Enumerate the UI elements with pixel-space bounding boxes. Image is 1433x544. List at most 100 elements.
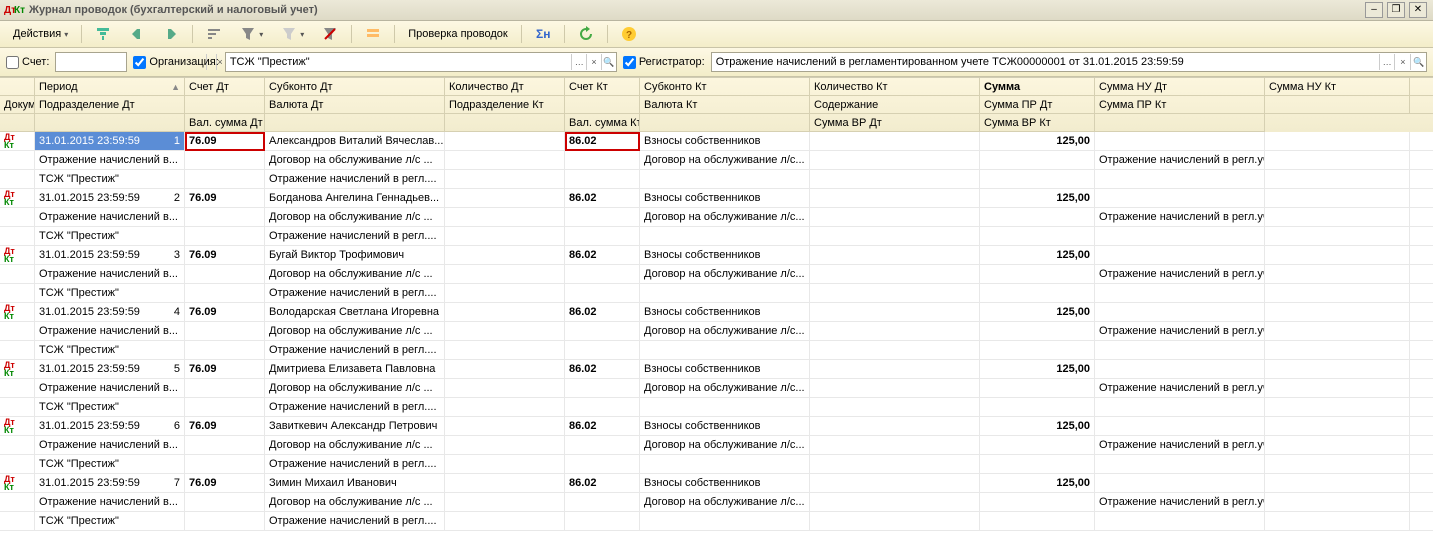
- separator: [521, 25, 522, 43]
- header-cell[interactable]: [0, 78, 35, 96]
- reg-filter[interactable]: Регистратор:: [623, 56, 705, 69]
- header-cell[interactable]: Сумма НУ Дт: [1095, 78, 1265, 96]
- cell: 76.09: [185, 132, 265, 151]
- filter-clear-icon[interactable]: [274, 21, 311, 47]
- cell: [445, 379, 565, 398]
- selection-icon[interactable]: [358, 21, 388, 47]
- cell: [445, 303, 565, 322]
- cell: 125,00: [980, 360, 1095, 379]
- filter-off-icon[interactable]: [315, 21, 345, 47]
- header-cell[interactable]: Документ: [0, 96, 35, 114]
- cell: ТСЖ "Престиж": [35, 341, 185, 360]
- org-filter[interactable]: Организация:: [133, 56, 218, 69]
- cell: [1265, 322, 1410, 341]
- table-row[interactable]: ДтКт31.01.2015 23:59:59376.09Бугай Викто…: [0, 246, 1433, 303]
- minimize-button[interactable]: –: [1365, 2, 1383, 18]
- table-row[interactable]: ДтКт31.01.2015 23:59:59476.09Володарская…: [0, 303, 1433, 360]
- ellipsis-icon[interactable]: …: [1379, 54, 1395, 70]
- header-cell[interactable]: Количество Кт: [810, 78, 980, 96]
- filter-by-value-icon[interactable]: [233, 21, 270, 47]
- header-cell[interactable]: [1410, 96, 1433, 114]
- header-cell[interactable]: Сумма НУ Кт: [1265, 78, 1410, 96]
- header-cell[interactable]: Вал. сумма Дт: [185, 114, 265, 132]
- header-cell[interactable]: Сумма ПР Дт: [980, 96, 1095, 114]
- close-button[interactable]: ✕: [1409, 2, 1427, 18]
- cell: Взносы собственников: [640, 246, 810, 265]
- table-row[interactable]: ДтКт31.01.2015 23:59:59576.09Дмитриева Е…: [0, 360, 1433, 417]
- header-cell[interactable]: [35, 114, 185, 132]
- cell: [185, 341, 265, 360]
- header-cell[interactable]: [640, 114, 810, 132]
- check-entries-button[interactable]: Проверка проводок: [401, 21, 514, 47]
- header-cell[interactable]: Счет Дт: [185, 78, 265, 96]
- header-cell[interactable]: Подразделение Кт: [445, 96, 565, 114]
- refresh-icon[interactable]: [571, 21, 601, 47]
- search-icon[interactable]: 🔍: [601, 54, 616, 70]
- header-cell[interactable]: Сумма: [980, 78, 1095, 96]
- header-cell[interactable]: Количество Дт: [445, 78, 565, 96]
- header-cell[interactable]: Вал. сумма Кт: [565, 114, 640, 132]
- clear-icon[interactable]: ×: [586, 54, 601, 70]
- cell: [810, 512, 980, 531]
- table-row[interactable]: ДтКт31.01.2015 23:59:59276.09Богданова А…: [0, 189, 1433, 246]
- cell: 86.02: [565, 189, 640, 208]
- help-icon[interactable]: ?: [614, 21, 644, 47]
- grid-body[interactable]: ДтКт31.01.2015 23:59:59176.09Александров…: [0, 132, 1433, 544]
- nav-last-icon[interactable]: [156, 21, 186, 47]
- cell: Договор на обслуживание л/с ...: [265, 379, 445, 398]
- cell: [1095, 512, 1265, 531]
- header-cell[interactable]: Субконто Дт: [265, 78, 445, 96]
- table-row[interactable]: ДтКт31.01.2015 23:59:59776.09Зимин Михаи…: [0, 474, 1433, 531]
- cell: [1410, 246, 1433, 265]
- cell: [1265, 265, 1410, 284]
- clear-icon[interactable]: ×: [1394, 54, 1410, 70]
- cell: [1095, 246, 1265, 265]
- cell: Взносы собственников: [640, 474, 810, 493]
- cell: Отражение начислений в регл.учете: [1095, 493, 1265, 512]
- separator: [81, 25, 82, 43]
- header-cell[interactable]: Содержание: [810, 96, 980, 114]
- cell: [1410, 398, 1433, 417]
- org-input[interactable]: [226, 54, 571, 70]
- header-cell[interactable]: [265, 114, 445, 132]
- header-cell[interactable]: Сумма ПР Кт: [1095, 96, 1265, 114]
- header-cell[interactable]: Период▲: [35, 78, 185, 96]
- header-cell[interactable]: Подразделение Дт: [35, 96, 185, 114]
- header-cell[interactable]: Валюта Кт: [640, 96, 810, 114]
- reg-input[interactable]: [712, 54, 1379, 70]
- cell: [565, 208, 640, 227]
- account-filter[interactable]: Счет:: [6, 56, 49, 69]
- sort-icon[interactable]: [199, 21, 229, 47]
- sum-icon[interactable]: Σн: [528, 21, 558, 47]
- cell: [980, 436, 1095, 455]
- header-cell[interactable]: Сумма ВР Кт: [980, 114, 1095, 132]
- header-cell[interactable]: Счет Кт: [565, 78, 640, 96]
- cell: [1095, 303, 1265, 322]
- header-cell[interactable]: Субконто Кт: [640, 78, 810, 96]
- nav-first-icon[interactable]: [122, 21, 152, 47]
- ellipsis-icon[interactable]: …: [571, 54, 586, 70]
- table-row[interactable]: ДтКт31.01.2015 23:59:59176.09Александров…: [0, 132, 1433, 189]
- header-cell[interactable]: [565, 96, 640, 114]
- header-cell[interactable]: [445, 114, 565, 132]
- cell: Дмитриева Елизавета Павловна: [265, 360, 445, 379]
- cell: Отражение начислений в регл....: [265, 284, 445, 303]
- cell: Завиткевич Александр Петрович: [265, 417, 445, 436]
- actions-menu[interactable]: Действия: [6, 21, 75, 47]
- header-cell[interactable]: Валюта Дт: [265, 96, 445, 114]
- cell: [1410, 493, 1433, 512]
- cell: 31.01.2015 23:59:595: [35, 360, 185, 379]
- header-cell[interactable]: Сумма ВР Дт: [810, 114, 980, 132]
- cell: [640, 227, 810, 246]
- header-cell[interactable]: [0, 114, 35, 132]
- cell: [0, 436, 35, 455]
- table-row[interactable]: ДтКт31.01.2015 23:59:59676.09Завиткевич …: [0, 417, 1433, 474]
- filter-enable-icon[interactable]: [88, 21, 118, 47]
- header-cell[interactable]: [185, 96, 265, 114]
- header-cell: ▲: [1410, 78, 1433, 96]
- cell: Договор на обслуживание л/с...: [640, 265, 810, 284]
- search-icon[interactable]: 🔍: [1410, 54, 1426, 70]
- maximize-button[interactable]: ❐: [1387, 2, 1405, 18]
- cell: [810, 379, 980, 398]
- cell: [0, 284, 35, 303]
